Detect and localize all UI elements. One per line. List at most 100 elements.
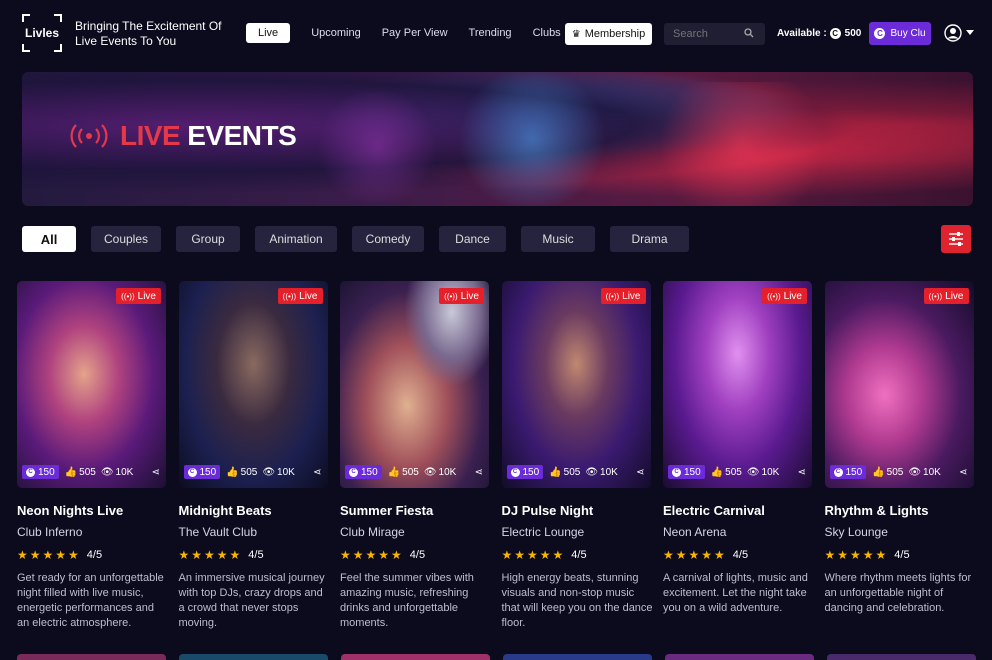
price-value: 150 [361, 466, 378, 478]
available-balance: Available : C 500 [777, 28, 861, 39]
broadcast-icon: ((•)) [121, 291, 135, 301]
likes-count: 505 [563, 466, 581, 478]
coin-icon: C [829, 28, 841, 39]
banner-title-events: EVENTS [187, 120, 297, 151]
star-rating-icon: ★★★★★ [178, 548, 243, 562]
views-count: 10K [761, 466, 780, 478]
likes-count: 505 [240, 466, 258, 478]
thumbs-up-icon[interactable]: 👍 [226, 467, 238, 478]
likes-count: 505 [886, 466, 904, 478]
available-label: Available : [777, 28, 827, 39]
event-thumbnail[interactable]: ((•)) Live C 150 👍 505 👁 10K ⋖ [340, 281, 489, 488]
next-row-card-peek [341, 654, 490, 660]
views-count: 10K [438, 466, 457, 478]
event-description: A carnival of lights, music and exciteme… [663, 572, 808, 614]
star-rating-icon: ★★★★★ [17, 548, 81, 562]
filter-chip-dance[interactable]: Dance [439, 226, 506, 252]
share-icon[interactable]: ⋖ [475, 467, 483, 478]
price-value: 150 [845, 466, 863, 478]
filter-chip-couples[interactable]: Couples [91, 226, 161, 252]
star-rating-icon: ★★★★★ [340, 548, 404, 562]
membership-button[interactable]: ♛ Membership [565, 23, 652, 45]
event-thumbnail[interactable]: ((•)) Live C 150 👍 505 👁 10K ⋖ [178, 281, 328, 488]
share-icon[interactable]: ⋖ [636, 467, 644, 478]
event-card[interactable]: ((•)) Live C 150 👍 505 👁 10K ⋖ Neon Nights L… [17, 281, 166, 631]
likes-count: 505 [79, 466, 96, 478]
user-avatar-icon[interactable] [944, 24, 962, 42]
price-value: 150 [38, 466, 55, 478]
views-count: 10K [115, 466, 134, 478]
share-icon[interactable]: ⋖ [313, 467, 321, 478]
crown-icon: ♛ [571, 28, 581, 40]
broadcast-icon: ((•)) [282, 291, 297, 301]
sliders-icon [949, 232, 963, 246]
filter-settings-button[interactable] [941, 225, 971, 253]
nav-item-trending[interactable]: Trending [469, 27, 512, 39]
likes-count: 505 [725, 466, 742, 478]
price-tag: C 150 [183, 465, 221, 479]
event-title[interactable]: Rhythm & Lights [825, 503, 974, 518]
event-card[interactable]: ((•)) Live C 150 👍 505 👁 10K ⋖ Electric Carn… [663, 281, 812, 631]
thumbs-up-icon[interactable]: 👍 [388, 467, 400, 478]
filter-chip-animation[interactable]: Animation [255, 226, 337, 252]
event-card[interactable]: ((•)) Live C 150 👍 505 👁 10K ⋖ Midnight Beat… [178, 281, 328, 631]
coin-icon: C [349, 467, 358, 477]
coin-icon: C [26, 467, 35, 477]
event-thumbnail[interactable]: ((•)) Live C 150 👍 505 👁 10K ⋖ [501, 281, 651, 488]
views-count: 10K [923, 466, 941, 478]
rating-value: 4/5 [732, 549, 749, 561]
event-card[interactable]: ((•)) Live C 150 👍 505 👁 10K ⋖ Summer Fiesta… [340, 281, 489, 631]
event-thumbnail[interactable]: ((•)) Live C 150 👍 505 👁 10K ⋖ [663, 281, 812, 488]
event-description: Feel the summer vibes with amazing music… [340, 572, 474, 629]
event-title[interactable]: Electric Carnival [663, 503, 812, 518]
event-stats: C 150 👍 505 👁 10K ⋖ [668, 465, 806, 479]
filter-chip-music[interactable]: Music [521, 226, 595, 252]
price-tag: C 150 [22, 465, 59, 479]
event-rating: ★★★★★ 4/5 [340, 548, 489, 562]
event-card[interactable]: ((•)) Live C 150 👍 505 👁 10K ⋖ Rhythm & Ligh… [824, 281, 974, 631]
thumbs-up-icon[interactable]: 👍 [872, 467, 884, 478]
filter-chip-group[interactable]: Group [176, 226, 240, 252]
nav-item-upcoming[interactable]: Upcoming [311, 27, 361, 39]
event-title[interactable]: Midnight Beats [179, 503, 328, 518]
share-icon[interactable]: ⋖ [798, 467, 806, 478]
filter-chip-all[interactable]: All [22, 226, 76, 252]
eye-icon: 👁 [100, 466, 114, 478]
price-tag: C 150 [668, 465, 705, 479]
nav-item-pay-per-view[interactable]: Pay Per View [382, 27, 448, 39]
buy-label: Buy Clu [890, 28, 926, 39]
live-badge: ((•)) Live [600, 288, 646, 304]
live-badge: ((•)) Live [439, 288, 484, 304]
event-title[interactable]: DJ Pulse Night [502, 503, 651, 518]
event-description: An immersive musical journey with top DJ… [178, 572, 325, 629]
filter-chip-drama[interactable]: Drama [610, 226, 689, 252]
thumbs-up-icon[interactable]: 👍 [711, 467, 723, 478]
membership-label: Membership [584, 28, 646, 40]
event-rating: ★★★★★ 4/5 [663, 548, 812, 562]
star-rating-icon: ★★★★★ [501, 548, 566, 562]
event-title[interactable]: Neon Nights Live [17, 503, 166, 518]
chevron-down-icon[interactable] [966, 30, 974, 35]
nav-item-live[interactable]: Live [246, 23, 291, 43]
event-thumbnail[interactable]: ((•)) Live C 150 👍 505 👁 10K ⋖ [824, 281, 974, 488]
coin-icon: C [187, 467, 197, 477]
live-badge-label: Live [460, 290, 479, 302]
app-logo[interactable]: Livles [22, 14, 62, 52]
search-icon[interactable] [744, 28, 754, 38]
next-row-card-peek [665, 654, 814, 660]
share-icon[interactable]: ⋖ [152, 467, 160, 478]
next-row-card-peek [827, 654, 976, 660]
thumbs-up-icon[interactable]: 👍 [549, 467, 561, 478]
eye-icon: 👁 [746, 466, 760, 478]
nav-item-clubs[interactable]: Clubs [533, 27, 561, 39]
share-icon[interactable]: ⋖ [959, 467, 967, 478]
filter-chip-comedy[interactable]: Comedy [352, 226, 424, 252]
event-title[interactable]: Summer Fiesta [340, 503, 489, 518]
event-thumbnail[interactable]: ((•)) Live C 150 👍 505 👁 10K ⋖ [17, 281, 166, 488]
buy-coins-button[interactable]: C Buy Clu [869, 22, 931, 45]
event-card[interactable]: ((•)) Live C 150 👍 505 👁 10K ⋖ DJ Pulse Nigh… [501, 281, 653, 631]
event-stats: C 150 👍 505 👁 10K ⋖ [22, 465, 160, 479]
event-venue: The Vault Club [178, 525, 258, 539]
thumbs-up-icon[interactable]: 👍 [65, 467, 77, 478]
live-badge: ((•)) Live [762, 288, 807, 304]
